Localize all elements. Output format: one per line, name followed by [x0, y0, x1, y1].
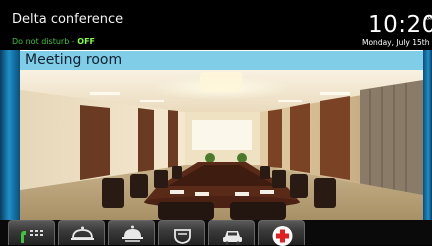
restaurant-button[interactable] [108, 220, 155, 245]
room-service-icon [71, 226, 94, 240]
venue-name: Delta conference [12, 12, 124, 27]
room-title: Meeting room [25, 52, 123, 68]
emergency-cross-icon [272, 226, 293, 246]
laundry-icon [174, 229, 191, 244]
room-header: Meeting room [20, 51, 423, 70]
left-side-frame [0, 50, 20, 220]
room-service-button[interactable] [58, 220, 105, 245]
restaurant-icon [122, 225, 143, 242]
laundry-button[interactable] [158, 220, 205, 245]
do-not-disturb-toggle[interactable]: Do not disturb - OFF [12, 37, 95, 47]
clock-suffix: AM [424, 16, 432, 22]
clock-date: Monday, July 15th [362, 38, 430, 47]
dnd-label: Do not disturb - [12, 37, 78, 46]
emergency-button[interactable] [258, 220, 305, 246]
phone-icon [21, 230, 43, 243]
meeting-room-photo [20, 70, 423, 220]
right-side-frame [423, 50, 432, 220]
clock-time: 10:20 [368, 12, 432, 38]
dnd-value: OFF [77, 37, 95, 46]
phone-button[interactable] [8, 220, 55, 245]
car-icon [223, 231, 242, 245]
car-button[interactable] [208, 220, 255, 245]
status-bar: Delta conference Do not disturb - OFF 10… [0, 0, 432, 50]
